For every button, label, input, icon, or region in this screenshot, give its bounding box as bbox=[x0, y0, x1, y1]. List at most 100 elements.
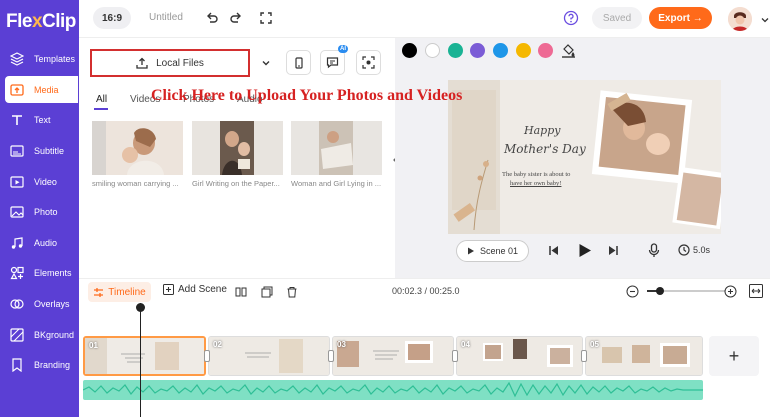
duplicate-icon[interactable] bbox=[261, 286, 273, 301]
media-thumb-caption: Woman and Girl Lying in ... bbox=[291, 179, 382, 188]
card-subtext-line2: have her own baby! bbox=[510, 180, 562, 187]
fullscreen-icon[interactable] bbox=[258, 10, 274, 26]
media-thumb[interactable] bbox=[291, 121, 382, 175]
clip-number: 05 bbox=[590, 340, 599, 349]
sidebar-item-audio[interactable]: Audio bbox=[5, 229, 78, 256]
scene-label: Scene 01 bbox=[479, 246, 519, 256]
sidebar-item-elements[interactable]: Elements bbox=[5, 259, 78, 286]
microphone-icon[interactable] bbox=[648, 243, 660, 261]
timeline-clip[interactable]: 05 bbox=[585, 336, 703, 376]
color-swatch-teal[interactable] bbox=[448, 43, 463, 58]
transition-handle[interactable] bbox=[204, 350, 210, 362]
export-button[interactable]: Export → bbox=[649, 7, 712, 29]
zoom-in-icon[interactable] bbox=[724, 285, 737, 301]
sidebar-item-subtitle[interactable]: Subtitle bbox=[5, 137, 78, 164]
redo-icon[interactable] bbox=[228, 10, 244, 26]
timeline-clip[interactable]: 03 bbox=[332, 336, 454, 376]
sidebar-item-templates[interactable]: Templates bbox=[5, 45, 78, 72]
sidebar-item-branding[interactable]: Branding bbox=[5, 351, 78, 378]
sidebar-item-label: BKground bbox=[34, 329, 75, 340]
phone-icon bbox=[294, 56, 303, 69]
clock-icon bbox=[678, 244, 690, 256]
background-icon bbox=[9, 327, 25, 343]
card-heading-happy: Happy bbox=[524, 124, 561, 137]
transition-handle[interactable] bbox=[328, 350, 334, 362]
tab-all[interactable]: All bbox=[96, 94, 107, 105]
audio-track[interactable] bbox=[83, 380, 703, 400]
scene-duration[interactable]: 5.0s bbox=[678, 244, 710, 256]
clip-number: 03 bbox=[337, 340, 346, 349]
tab-active-indicator bbox=[94, 108, 108, 110]
card-heading-mothers-day: Mother's Day bbox=[504, 142, 586, 156]
screen-record-button[interactable] bbox=[356, 50, 381, 75]
timeline-icon bbox=[94, 287, 104, 297]
chevron-down-icon bbox=[262, 60, 269, 65]
sidebar-item-label: Text bbox=[34, 114, 51, 125]
sidebar-item-overlays[interactable]: Overlays bbox=[5, 290, 78, 317]
sidebar-item-media[interactable]: Media bbox=[5, 76, 78, 103]
sidebar-item-photo[interactable]: Photo bbox=[5, 198, 78, 225]
undo-icon[interactable] bbox=[204, 10, 220, 26]
playhead-line[interactable] bbox=[140, 303, 141, 417]
play-icon[interactable] bbox=[578, 243, 592, 261]
branding-icon bbox=[9, 357, 25, 373]
sidebar-item-label: Video bbox=[34, 176, 57, 187]
playhead-handle[interactable] bbox=[136, 303, 145, 312]
subtitle-icon bbox=[9, 143, 25, 159]
color-swatch-purple[interactable] bbox=[470, 43, 485, 58]
upload-dropdown-button[interactable] bbox=[253, 50, 278, 75]
color-swatch-yellow[interactable] bbox=[516, 43, 531, 58]
split-icon[interactable] bbox=[235, 286, 247, 301]
add-scene-button[interactable]: Add Scene bbox=[163, 284, 227, 295]
music-icon bbox=[9, 235, 25, 251]
scene-selector-button[interactable]: Scene 01 bbox=[456, 240, 529, 262]
sidebar-item-video[interactable]: Video bbox=[5, 168, 78, 195]
media-thumb[interactable] bbox=[92, 121, 183, 175]
transition-handle[interactable] bbox=[581, 350, 587, 362]
sidebar-item-label: Subtitle bbox=[34, 145, 65, 156]
sidebar-item-label: Media bbox=[34, 84, 59, 95]
project-title[interactable]: Untitled bbox=[149, 12, 183, 23]
audio-waveform bbox=[83, 381, 703, 398]
transition-handle[interactable] bbox=[452, 350, 458, 362]
sidebar-item-text[interactable]: Text bbox=[5, 106, 78, 133]
local-files-upload-button[interactable]: Local Files bbox=[90, 49, 250, 77]
timeline-toolbar: Timeline Add Scene 00:02.3 / 00:25.0 bbox=[79, 278, 770, 304]
color-swatch-pink[interactable] bbox=[538, 43, 553, 58]
timeline-clip[interactable]: 01 bbox=[83, 336, 206, 376]
color-swatch-blue[interactable] bbox=[493, 43, 508, 58]
media-thumb[interactable] bbox=[192, 121, 283, 175]
previous-scene-icon[interactable] bbox=[548, 245, 559, 259]
timeline-tab[interactable]: Timeline bbox=[88, 282, 151, 302]
sidebar-item-label: Audio bbox=[34, 237, 58, 248]
help-icon[interactable] bbox=[563, 10, 579, 26]
color-swatch-black[interactable] bbox=[402, 43, 417, 58]
ai-generate-button[interactable]: AI bbox=[320, 45, 348, 75]
next-scene-icon[interactable] bbox=[608, 245, 619, 259]
add-box-icon bbox=[163, 284, 174, 295]
phone-upload-button[interactable] bbox=[286, 50, 311, 75]
media-thumb-caption: Girl Writing on the Paper... bbox=[192, 179, 280, 188]
chevron-down-icon[interactable] bbox=[757, 12, 770, 28]
media-panel: Local Files AI All Videos Photos Audio s… bbox=[79, 38, 399, 278]
top-bar: 16:9 Untitled Saved Export → bbox=[79, 0, 770, 38]
upload-label: Local Files bbox=[156, 57, 204, 69]
upload-icon bbox=[136, 57, 148, 69]
avatar[interactable] bbox=[728, 7, 752, 31]
trash-icon[interactable] bbox=[286, 286, 298, 301]
zoom-slider-track[interactable] bbox=[647, 287, 725, 295]
zoom-out-icon[interactable] bbox=[626, 285, 639, 301]
sidebar-item-bkground[interactable]: BKground bbox=[5, 321, 78, 348]
timeline-clip[interactable]: 02 bbox=[208, 336, 330, 376]
duration-value: 5.0s bbox=[693, 245, 711, 255]
video-preview-canvas[interactable]: Happy Mother's Day The baby sister is ab… bbox=[448, 80, 721, 234]
media-thumb-caption: smiling woman carrying ... bbox=[92, 179, 179, 188]
aspect-ratio-button[interactable]: 16:9 bbox=[93, 7, 131, 29]
color-swatch-white[interactable] bbox=[425, 43, 440, 58]
fit-timeline-icon[interactable] bbox=[749, 284, 763, 301]
timeline-clip[interactable]: 04 bbox=[456, 336, 583, 376]
paint-bucket-icon[interactable] bbox=[561, 43, 576, 58]
add-clip-button[interactable]: + bbox=[709, 336, 759, 376]
flexclip-logo[interactable]: FlexClip bbox=[6, 11, 76, 33]
zoom-slider-handle[interactable] bbox=[656, 287, 664, 295]
